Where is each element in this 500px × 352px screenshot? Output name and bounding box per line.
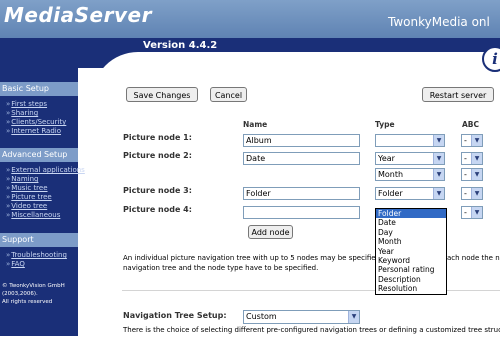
dropdown-option-year[interactable]: Year [376,247,446,256]
copyright-notice: © TwonkyVision GmbH (2003,2006). All rig… [2,282,76,306]
dropdown-option-day[interactable]: Day [376,228,446,237]
column-header-abc: ABC [462,120,480,129]
dropdown-option-personal-rating[interactable]: Personal rating [376,265,446,274]
picture-node-1-abc-select[interactable]: - ▼ [461,134,483,147]
sidebar-item-clients-security[interactable]: Clients/Security [6,118,66,127]
dropdown-option-month[interactable]: Month [376,237,446,246]
picture-node-2-subtype-abc-select[interactable]: - ▼ [461,168,483,181]
sidebar-heading-basic-setup: Basic Setup [0,82,78,96]
select-value: - [464,136,467,145]
picture-node-2-abc-select[interactable]: - ▼ [461,152,483,165]
picture-node-4-name-input[interactable] [243,206,360,219]
dropdown-option-resolution[interactable]: Resolution [376,284,446,293]
picture-node-2-type-select[interactable]: Year ▼ [375,152,445,165]
chevron-down-icon: ▼ [471,153,482,164]
picture-node-4-abc-select[interactable]: - ▼ [461,206,483,219]
picture-node-1-type-select[interactable]: ▼ [375,134,445,147]
chevron-down-icon: ▼ [433,153,444,164]
picture-node-1-name-input[interactable]: Album [243,134,360,147]
navigation-tree-setup-select[interactable]: Custom ▼ [243,310,360,324]
sidebar-item-miscellaneous[interactable]: Miscellaneous [6,211,60,220]
add-node-button[interactable]: Add node [248,225,293,239]
dropdown-option-date[interactable]: Date [376,218,446,227]
sidebar-item-video-tree[interactable]: Video tree [6,202,47,211]
app-logo: MediaServer [4,3,152,27]
column-header-type: Type [375,120,395,129]
select-value: Folder [378,189,403,198]
chevron-down-icon: ▼ [471,207,482,218]
chevron-down-icon: ▼ [471,188,482,199]
picture-node-4-label: Picture node 4: [123,205,192,214]
picture-node-3-name-input[interactable]: Folder [243,187,360,200]
sidebar-item-first-steps[interactable]: First steps [6,100,47,109]
chevron-down-icon: ▼ [433,169,444,180]
select-value: - [464,189,467,198]
type-dropdown-list[interactable]: Folder Date Day Month Year Keyword Perso… [375,208,447,295]
select-value: Year [378,154,395,163]
sidebar-item-naming[interactable]: Naming [6,175,38,184]
description-line-2: navigation tree and the node type have t… [123,264,319,272]
column-header-name: Name [243,120,268,129]
picture-node-2-name-input[interactable]: Date [243,152,360,165]
select-value: - [464,154,467,163]
dropdown-option-keyword[interactable]: Keyword [376,256,446,265]
restart-server-button[interactable]: Restart server [422,87,494,102]
picture-node-2-label: Picture node 2: [123,151,192,160]
description-line-1: An individual picture navigation tree wi… [123,254,381,262]
chevron-down-icon: ▼ [433,135,444,146]
save-changes-button[interactable]: Save Changes [126,87,198,102]
sidebar-item-music-tree[interactable]: Music tree [6,184,47,193]
sidebar-item-troubleshooting[interactable]: Troubleshooting [6,251,67,260]
picture-node-2-subtype-select[interactable]: Month ▼ [375,168,445,181]
dropdown-option-description[interactable]: Description [376,275,446,284]
sidebar-item-picture-tree[interactable]: Picture tree [6,193,51,202]
picture-node-3-label: Picture node 3: [123,186,192,195]
copyright-line: (2003,2006). [2,291,38,297]
select-value: - [464,208,467,217]
copyright-line: © TwonkyVision GmbH [2,283,65,289]
navigation-tree-setup-label: Navigation Tree Setup: [123,311,227,320]
brand-name: TwonkyMedia onl [388,15,490,29]
select-value: Month [378,170,404,179]
sidebar-heading-advanced-setup: Advanced Setup [0,148,78,162]
sidebar-item-internet-radio[interactable]: Internet Radio [6,127,61,136]
sidebar-item-external-applications[interactable]: External applications [6,166,85,175]
copyright-line: All rights reserved [2,299,53,305]
chevron-down-icon: ▼ [433,188,444,199]
version-label: Version 4.4.2 [143,40,218,51]
select-value: Custom [246,312,277,321]
chevron-down-icon: ▼ [471,169,482,180]
chevron-down-icon: ▼ [348,311,359,323]
picture-node-3-abc-select[interactable]: - ▼ [461,187,483,200]
cancel-button[interactable]: Cancel [210,87,247,102]
select-value: - [464,170,467,179]
description-line-1-tail: ach node the na [447,254,500,262]
navigation-tree-setup-description: There is the choice of selecting differe… [123,326,500,334]
sidebar-heading-support: Support [0,233,78,247]
sidebar-item-faq[interactable]: FAQ [6,260,25,269]
picture-node-1-label: Picture node 1: [123,133,192,142]
dropdown-option-folder[interactable]: Folder [376,209,446,219]
chevron-down-icon: ▼ [471,135,482,146]
sidebar-item-sharing[interactable]: Sharing [6,109,38,118]
picture-node-3-type-select[interactable]: Folder ▼ [375,187,445,200]
